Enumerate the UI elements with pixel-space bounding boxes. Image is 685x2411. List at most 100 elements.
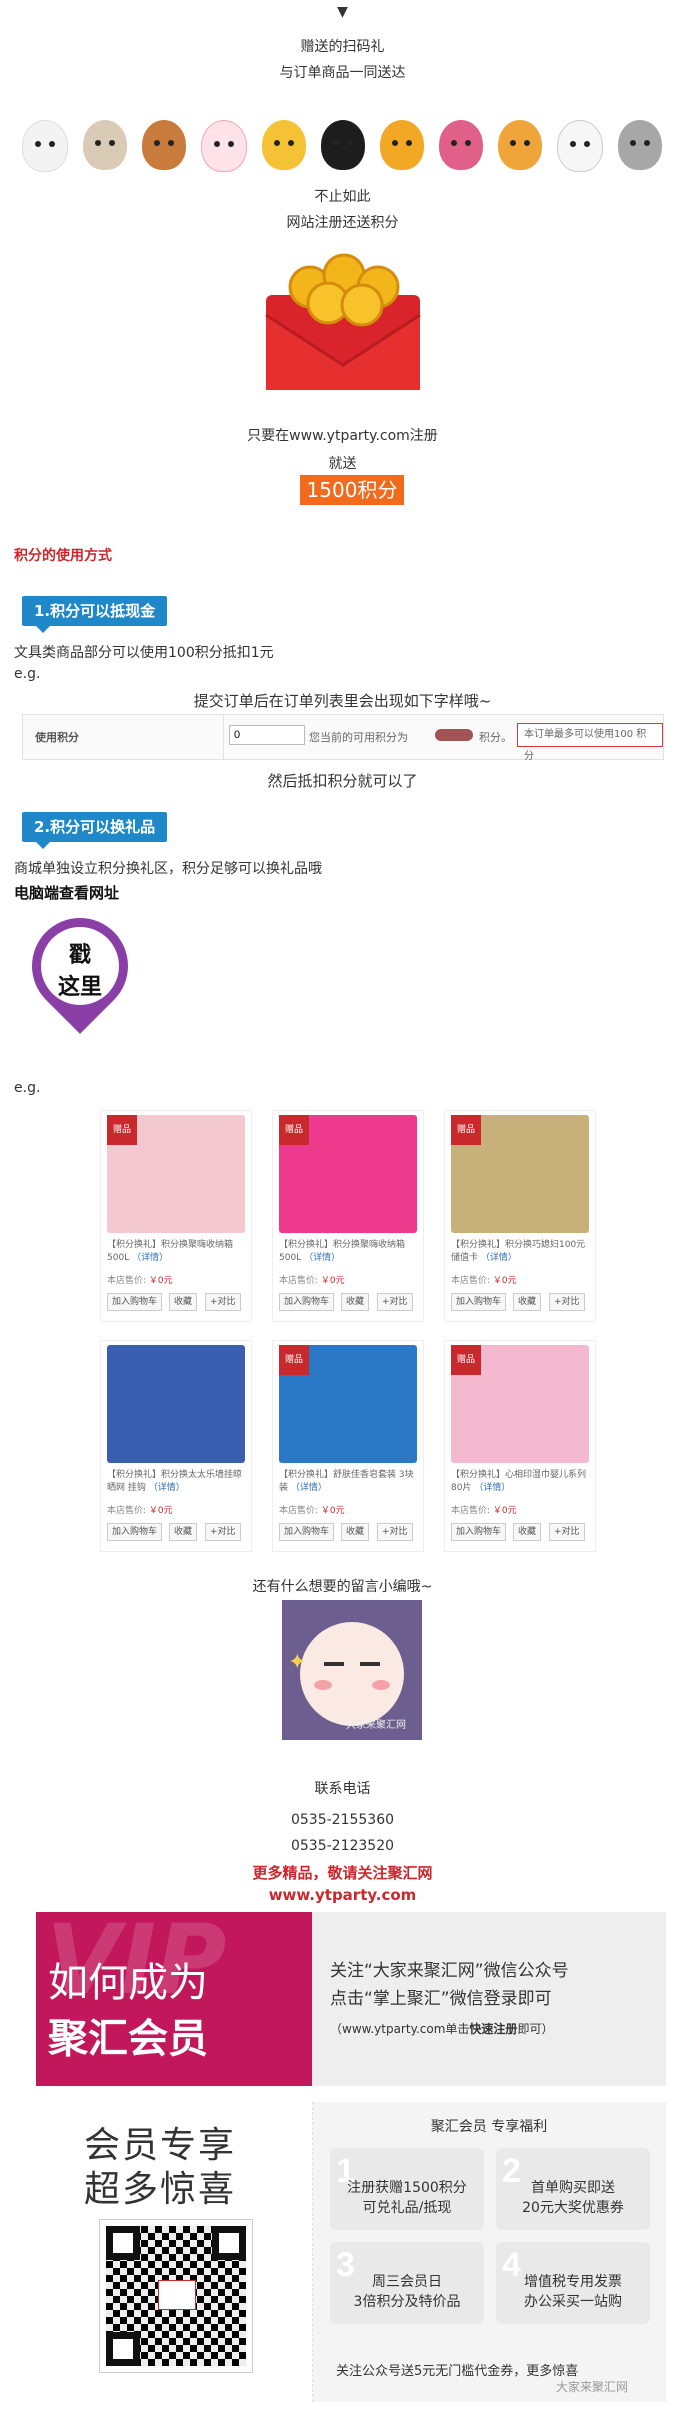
product-card[interactable]: 【积分换礼】积分换太太乐墙挂晾晒网 挂钩 （详情） 本店售价: ￥0元 加入购物…	[100, 1340, 252, 1552]
product-detail-link[interactable]: （详情）	[132, 1253, 168, 1263]
compare-button[interactable]: +对比	[549, 1523, 585, 1541]
bunny-sticker-icon	[201, 120, 247, 172]
product-card[interactable]: 赠品 【积分换礼】积分换巧媳妇100元储值卡 （详情） 本店售价: ￥0元 加入…	[444, 1110, 596, 1322]
grey-cat-sticker-icon	[618, 120, 662, 170]
add-to-cart-button[interactable]: 加入购物车	[107, 1293, 163, 1311]
benefit-section-title: 聚汇会员 专享福利	[430, 2119, 548, 2135]
vip-line-2: 点击“掌上聚汇”微信登录即可	[330, 1989, 552, 2009]
product-detail-link[interactable]: （详情）	[474, 1483, 510, 1493]
add-to-cart-button[interactable]: 加入购物车	[279, 1293, 335, 1311]
product-price: ￥0元	[148, 1506, 173, 1516]
gift-line: 赠送的扫码礼	[300, 39, 385, 55]
view-here-text-1: 戳	[68, 943, 91, 968]
section1-badge: 1.积分可以抵现金	[22, 596, 168, 633]
benefit-title-2: 超多惊喜	[84, 2169, 237, 2210]
price-label: 本店售价:	[279, 1276, 319, 1286]
points-input[interactable]	[229, 725, 305, 745]
compare-button[interactable]: +对比	[377, 1523, 413, 1541]
compare-button[interactable]: +对比	[205, 1293, 241, 1311]
favorite-button[interactable]: 收藏	[513, 1293, 542, 1311]
cartoon-face-cheek-right	[372, 1680, 390, 1690]
benefit-card: 3 周三会员日 3倍积分及特价品	[330, 2242, 484, 2324]
gift-tag: 赠品	[451, 1115, 481, 1145]
benefit-banner: 会员专享 超多惊喜 聚汇会员 专享福利 1 注册获赠1500积分 可兑礼品/抵现 …	[36, 2102, 666, 2402]
only-register-text: 只要在www.ytparty.com注册	[247, 428, 438, 444]
product-card[interactable]: 赠品 【积分换礼】心相印湿巾婴儿系列 80片 （详情） 本店售价: ￥0元 加入…	[444, 1340, 596, 1552]
add-to-cart-button[interactable]: 加入购物车	[451, 1293, 507, 1311]
product-detail-link[interactable]: （详情）	[304, 1253, 340, 1263]
product-name[interactable]: 【积分换礼】积分换聚嗨收纳箱 500L	[279, 1240, 405, 1263]
more-text: 更多精品，敬请关注聚汇网	[252, 1864, 433, 1882]
eg-label-1: e.g.	[14, 666, 41, 682]
benefit-left-panel: 会员专享 超多惊喜	[36, 2102, 313, 2402]
not-only-text: 不止如此	[314, 189, 371, 205]
price-label: 本店售价:	[451, 1276, 491, 1286]
favorite-button[interactable]: 收藏	[169, 1293, 198, 1311]
section2-badge: 2.积分可以换礼品	[22, 812, 168, 849]
vip-block: VIP 如何成为 聚汇会员	[36, 1912, 312, 2086]
benefit-card-line-2: 办公采买一站购	[524, 2294, 622, 2310]
product-card[interactable]: 赠品 【积分换礼】积分换聚嗨收纳箱 500L （详情） 本店售价: ￥0元 加入…	[100, 1110, 252, 1322]
product-name[interactable]: 【积分换礼】积分换巧媳妇100元储值卡	[451, 1240, 585, 1263]
vip-line-3-bold: 快速注册	[469, 2022, 518, 2036]
product-detail-link[interactable]: （详情）	[149, 1483, 185, 1493]
benefit-card-line-1: 周三会员日	[372, 2274, 442, 2290]
cartoon-face-cheek-left	[314, 1680, 332, 1690]
product-price: ￥0元	[320, 1276, 345, 1286]
points-form-unit: 积分。	[479, 731, 512, 744]
vip-how-text: 如何成为	[48, 1960, 208, 2006]
benefit-card-line-1: 注册获赠1500积分	[347, 2180, 467, 2196]
send-text: 就送	[328, 456, 357, 472]
benefit-card-line-2: 3倍积分及特价品	[353, 2294, 461, 2310]
benefit-footer: 关注公众号送5元无门槛代金券，更多惊喜	[336, 2364, 579, 2379]
phone-number-1: 0535-2155360	[290, 1812, 395, 1828]
cartoon-watermark: 大家来聚汇网	[346, 1720, 406, 1731]
gift-sub: 与订单商品一同送达	[279, 65, 406, 81]
product-price: ￥0元	[148, 1276, 173, 1286]
product-card[interactable]: 赠品 【积分换礼】积分换聚嗨收纳箱 500L （详情） 本店售价: ￥0元 加入…	[272, 1110, 424, 1322]
add-to-cart-button[interactable]: 加入购物车	[451, 1523, 507, 1541]
rabbit-sticker-icon	[22, 120, 68, 172]
product-detail-link[interactable]: （详情）	[291, 1483, 327, 1493]
qr-finder-bottom-left	[106, 2332, 140, 2366]
eg-label-2: e.g.	[14, 1080, 41, 1096]
favorite-button[interactable]: 收藏	[341, 1523, 370, 1541]
qr-code-icon[interactable]	[100, 2220, 252, 2372]
donkey-sticker-icon	[83, 120, 127, 170]
product-name[interactable]: 【积分换礼】心相印湿巾婴儿系列 80片	[451, 1470, 586, 1493]
points-form: 使用积分 您当前的可用积分为 积分。 本订单最多可以使用100 积分	[22, 714, 664, 762]
phone-title: 联系电话	[314, 1781, 371, 1797]
compare-button[interactable]: +对比	[549, 1293, 585, 1311]
view-here-pin[interactable]: 戳 这里	[12, 898, 148, 1034]
favorite-button[interactable]: 收藏	[341, 1293, 370, 1311]
gift-tag: 赠品	[279, 1115, 309, 1145]
vip-line-3-prefix: （www.ytparty.com单击	[330, 2022, 470, 2036]
qr-finder-top-left	[106, 2226, 140, 2260]
product-card[interactable]: 赠品 【积分换礼】舒肤佳香皂套装 3块装 （详情） 本店售价: ￥0元 加入购物…	[272, 1340, 424, 1552]
add-to-cart-button[interactable]: 加入购物车	[107, 1523, 163, 1541]
compare-button[interactable]: +对比	[205, 1523, 241, 1541]
points-form-text: 您当前的可用积分为	[309, 731, 408, 744]
benefit-card-line-2: 20元大奖优惠券	[522, 2200, 624, 2216]
price-label: 本店售价:	[279, 1506, 319, 1516]
benefit-card: 2 首单购买即送 20元大奖优惠券	[496, 2148, 650, 2230]
vip-line-1: 关注“大家来聚汇网”微信公众号	[330, 1961, 569, 1981]
gift-tag: 赠品	[279, 1345, 309, 1375]
site-link[interactable]: www.ytparty.com	[0, 1886, 685, 1904]
vip-line-3-suffix: 即可）	[517, 2022, 554, 2036]
submit-note: 提交订单后在订单列表里会出现如下字样哦~	[193, 692, 492, 710]
product-name[interactable]: 【积分换礼】积分换聚嗨收纳箱 500L	[107, 1240, 233, 1263]
benefit-card-line-1: 增值税专用发票	[524, 2274, 622, 2290]
favorite-button[interactable]: 收藏	[169, 1523, 198, 1541]
view-here-text-2: 这里	[57, 975, 102, 1000]
compare-button[interactable]: +对比	[377, 1293, 413, 1311]
product-detail-link[interactable]: （详情）	[481, 1253, 517, 1263]
usage-title: 积分的使用方式	[14, 548, 112, 564]
benefit-card-line-2: 可兑礼品/抵现	[362, 2200, 452, 2216]
favorite-button[interactable]: 收藏	[513, 1523, 542, 1541]
points-form-divider	[223, 715, 224, 759]
add-to-cart-button[interactable]: 加入购物车	[279, 1523, 335, 1541]
gift-tag: 赠品	[451, 1345, 481, 1375]
cartoon-face-eye-left	[324, 1662, 344, 1666]
points-form-hint: 本订单最多可以使用100 积分	[517, 723, 663, 762]
